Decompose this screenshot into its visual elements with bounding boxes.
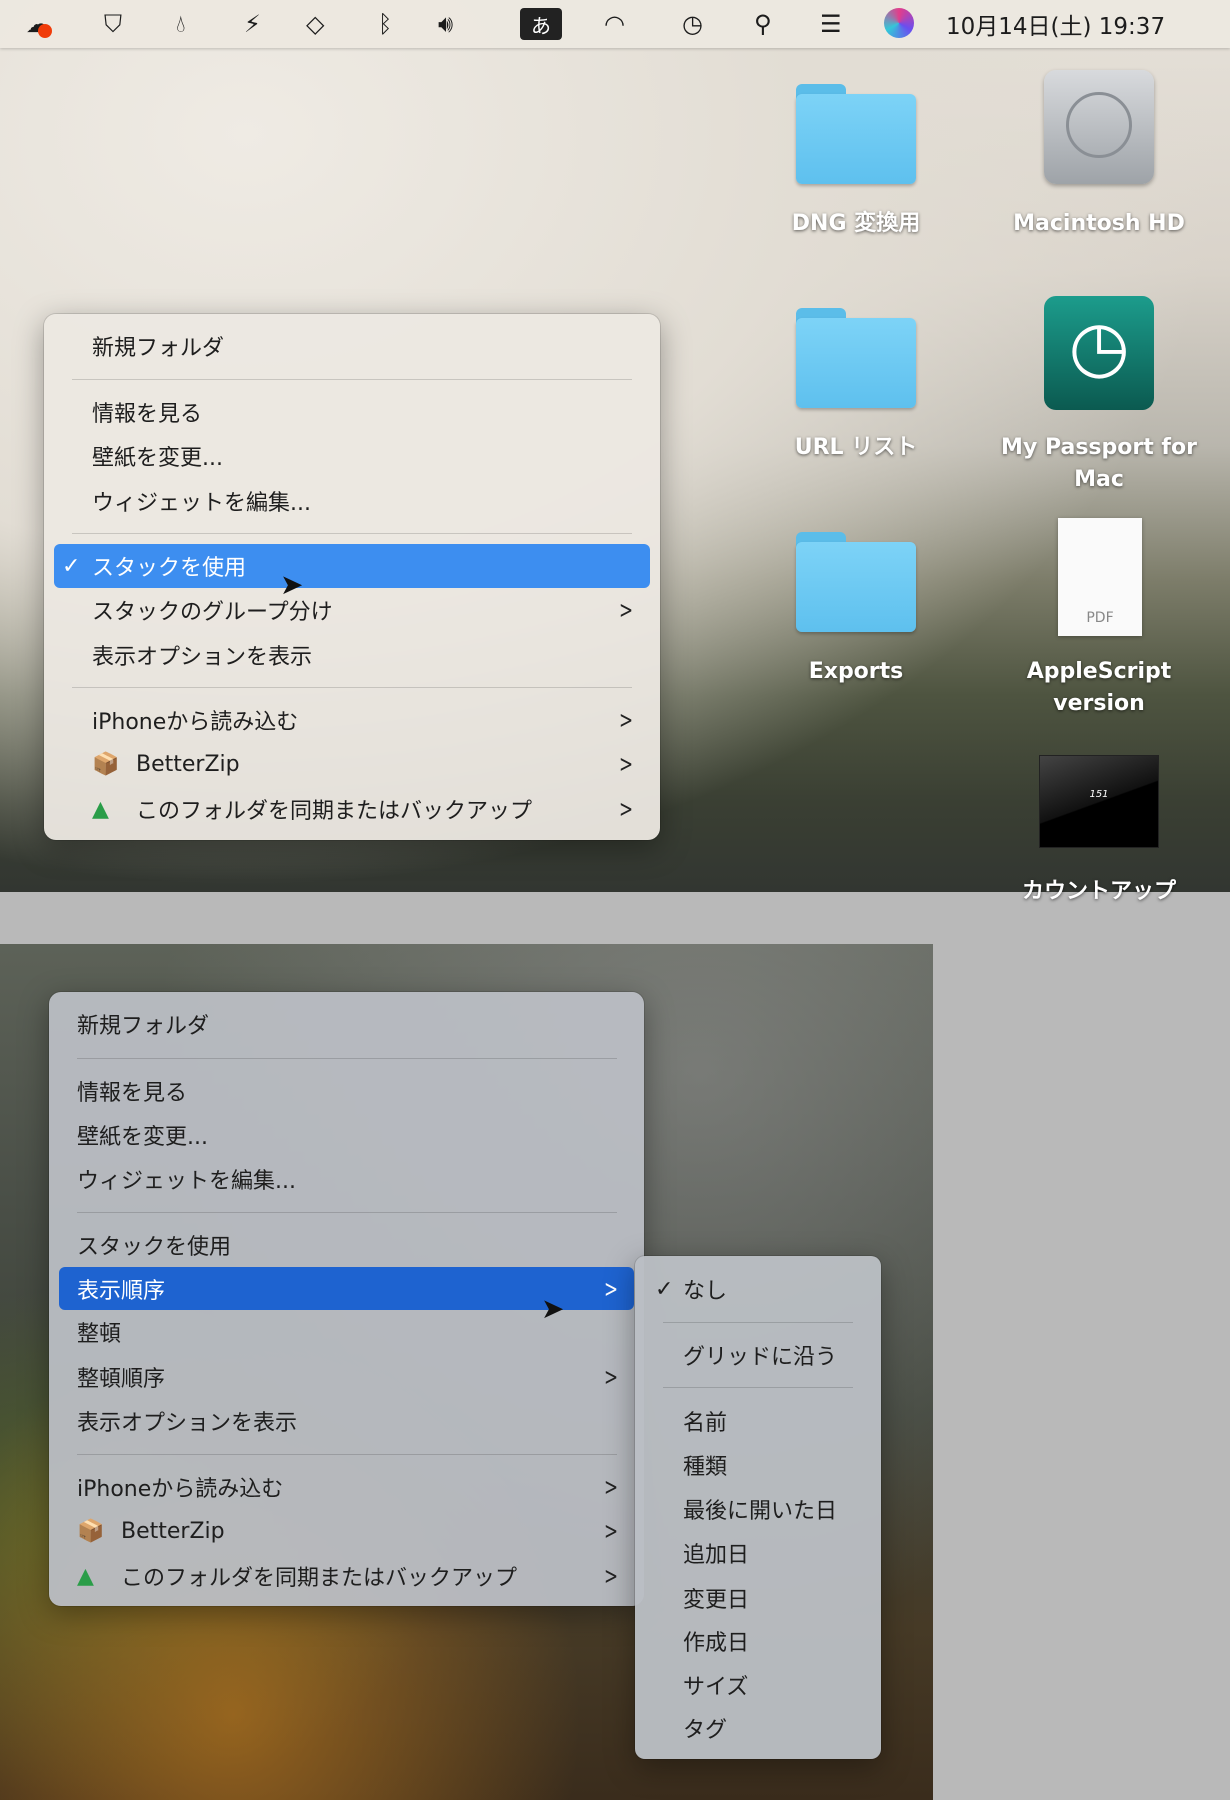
- time-machine-drive-icon[interactable]: ◷: [1044, 296, 1154, 410]
- menu-item-new-folder[interactable]: 新規フォルダ: [77, 1003, 209, 1045]
- submenu-item-kind[interactable]: 種類: [683, 1444, 727, 1486]
- menu-item-get-info[interactable]: 情報を見る: [77, 1070, 187, 1112]
- chevron-right-icon: >: [604, 1275, 619, 1303]
- chevron-right-icon: >: [604, 1562, 619, 1590]
- mouse-cursor: ➤: [541, 1292, 565, 1325]
- sort-by-submenu: ✓ なし グリッドに沿う 名前 種類 最後に開いた日 追加日 変更日 作成日 サ…: [635, 1256, 881, 1759]
- menu-item-sync-backup[interactable]: このフォルダを同期またはバックアップ: [121, 1555, 517, 1597]
- submenu-item-snap-to-grid[interactable]: グリッドに沿う: [683, 1334, 837, 1376]
- separator: [663, 1387, 853, 1388]
- separator: [77, 1058, 617, 1059]
- chevron-right-icon: >: [619, 795, 634, 823]
- menu-item-edit-widgets[interactable]: ウィジェットを編集...: [92, 480, 311, 522]
- layers-icon[interactable]: ◇: [306, 8, 324, 40]
- submenu-item-date-modified[interactable]: 変更日: [683, 1577, 749, 1619]
- icon-label[interactable]: DNG 変換用: [746, 208, 966, 240]
- drop-icon[interactable]: 💧︎: [176, 8, 186, 40]
- context-menu: 新規フォルダ 情報を見る 壁紙を変更... ウィジェットを編集... スタックを…: [49, 992, 644, 1606]
- menu-item-change-wallpaper[interactable]: 壁紙を変更...: [77, 1114, 208, 1156]
- betterzip-icon: 📦: [92, 751, 120, 777]
- menu-item-betterzip[interactable]: BetterZip: [136, 743, 240, 785]
- icon-label[interactable]: My Passport for Mac: [989, 432, 1209, 496]
- menu-item-betterzip[interactable]: BetterZip: [121, 1510, 225, 1552]
- menu-bar: ☁ ⛉ 💧︎ ⚡︎ ◇ ᛒ 🔊︎ あ ◠ ◷ ⚲ ☰ 10月14日(土) 19:…: [0, 0, 1230, 48]
- hard-drive-icon[interactable]: [1044, 70, 1154, 184]
- wifi-icon[interactable]: ◠: [604, 8, 625, 40]
- bluetooth-icon[interactable]: ᛒ: [378, 8, 392, 40]
- icon-label[interactable]: AppleScript version: [989, 656, 1209, 720]
- checkmark-icon: ✓: [62, 553, 81, 579]
- separator: [72, 379, 632, 380]
- submenu-item-size[interactable]: サイズ: [683, 1664, 748, 1706]
- icon-label[interactable]: カウントアップ: [989, 876, 1209, 908]
- menu-item-sync-backup[interactable]: このフォルダを同期またはバックアップ: [136, 788, 532, 830]
- google-drive-icon: ▲: [92, 796, 109, 822]
- icon-label[interactable]: Exports: [746, 656, 966, 688]
- siri-icon[interactable]: [884, 8, 914, 38]
- desktop-top: ☁ ⛉ 💧︎ ⚡︎ ◇ ᛒ 🔊︎ あ ◠ ◷ ⚲ ☰ 10月14日(土) 19:…: [0, 0, 1230, 904]
- menu-item-import-iphone[interactable]: iPhoneから読み込む: [92, 699, 298, 741]
- chevron-right-icon: >: [604, 1363, 619, 1391]
- menu-item-clean-up[interactable]: 整頓: [77, 1311, 121, 1353]
- menu-item-new-folder[interactable]: 新規フォルダ: [92, 325, 224, 367]
- menu-item-change-wallpaper[interactable]: 壁紙を変更...: [92, 435, 223, 477]
- separator: [77, 1212, 617, 1213]
- menu-item-show-view-options[interactable]: 表示オプションを表示: [92, 634, 312, 676]
- submenu-item-date-created[interactable]: 作成日: [683, 1620, 749, 1662]
- chevron-right-icon: >: [619, 596, 634, 624]
- control-center-icon[interactable]: ☰: [820, 8, 842, 40]
- betterzip-icon: 📦: [77, 1518, 105, 1544]
- folder-icon[interactable]: [796, 308, 916, 408]
- context-menu: 新規フォルダ 情報を見る 壁紙を変更... ウィジェットを編集... ✓ スタッ…: [44, 314, 660, 840]
- pdf-badge: PDF: [1086, 610, 1114, 626]
- menu-item-import-iphone[interactable]: iPhoneから読み込む: [77, 1466, 283, 1508]
- menu-item-use-stacks[interactable]: スタックを使用: [92, 545, 246, 587]
- pdf-file-icon[interactable]: PDF: [1058, 518, 1142, 636]
- separator: [77, 1454, 617, 1455]
- menu-item-edit-widgets[interactable]: ウィジェットを編集...: [77, 1158, 296, 1200]
- separator: [663, 1322, 853, 1323]
- chevron-right-icon: >: [619, 750, 634, 778]
- clock[interactable]: 10月14日(土) 19:37: [946, 8, 1165, 40]
- icon-label[interactable]: Macintosh HD: [989, 208, 1209, 240]
- checkmark-icon: ✓: [655, 1276, 674, 1302]
- volume-icon[interactable]: 🔊︎: [438, 8, 453, 40]
- mouse-cursor: ➤: [280, 568, 304, 601]
- chevron-right-icon: >: [619, 706, 634, 734]
- separator: [72, 687, 632, 688]
- menu-item-use-stacks[interactable]: スタックを使用: [77, 1224, 231, 1266]
- shortcut-icon[interactable]: ⚡︎: [244, 8, 261, 40]
- menu-item-show-view-options[interactable]: 表示オプションを表示: [77, 1400, 297, 1442]
- time-machine-icon[interactable]: ◷: [682, 8, 703, 40]
- menu-item-get-info[interactable]: 情報を見る: [92, 391, 202, 433]
- submenu-item-tags[interactable]: タグ: [683, 1707, 727, 1749]
- search-icon[interactable]: ⚲: [754, 8, 772, 40]
- input-method-icon[interactable]: あ: [520, 8, 562, 40]
- chevron-right-icon: >: [604, 1473, 619, 1501]
- shield-icon[interactable]: ⛉: [104, 8, 122, 40]
- separator: [72, 533, 632, 534]
- google-drive-icon: ▲: [77, 1563, 94, 1589]
- app-thumbnail[interactable]: 151: [1039, 755, 1159, 848]
- menu-item-sort-by[interactable]: 表示順序: [77, 1268, 165, 1310]
- chevron-right-icon: >: [604, 1517, 619, 1545]
- folder-icon[interactable]: [796, 84, 916, 184]
- menu-item-clean-up-by[interactable]: 整頓順序: [77, 1356, 165, 1398]
- creative-cloud-icon[interactable]: ☁: [26, 8, 52, 40]
- submenu-item-name[interactable]: 名前: [683, 1400, 727, 1442]
- icon-label[interactable]: URL リスト: [746, 432, 966, 464]
- submenu-item-date-added[interactable]: 追加日: [683, 1532, 749, 1574]
- submenu-item-last-opened[interactable]: 最後に開いた日: [683, 1488, 837, 1530]
- folder-icon[interactable]: [796, 532, 916, 632]
- submenu-item-none[interactable]: なし: [683, 1268, 727, 1310]
